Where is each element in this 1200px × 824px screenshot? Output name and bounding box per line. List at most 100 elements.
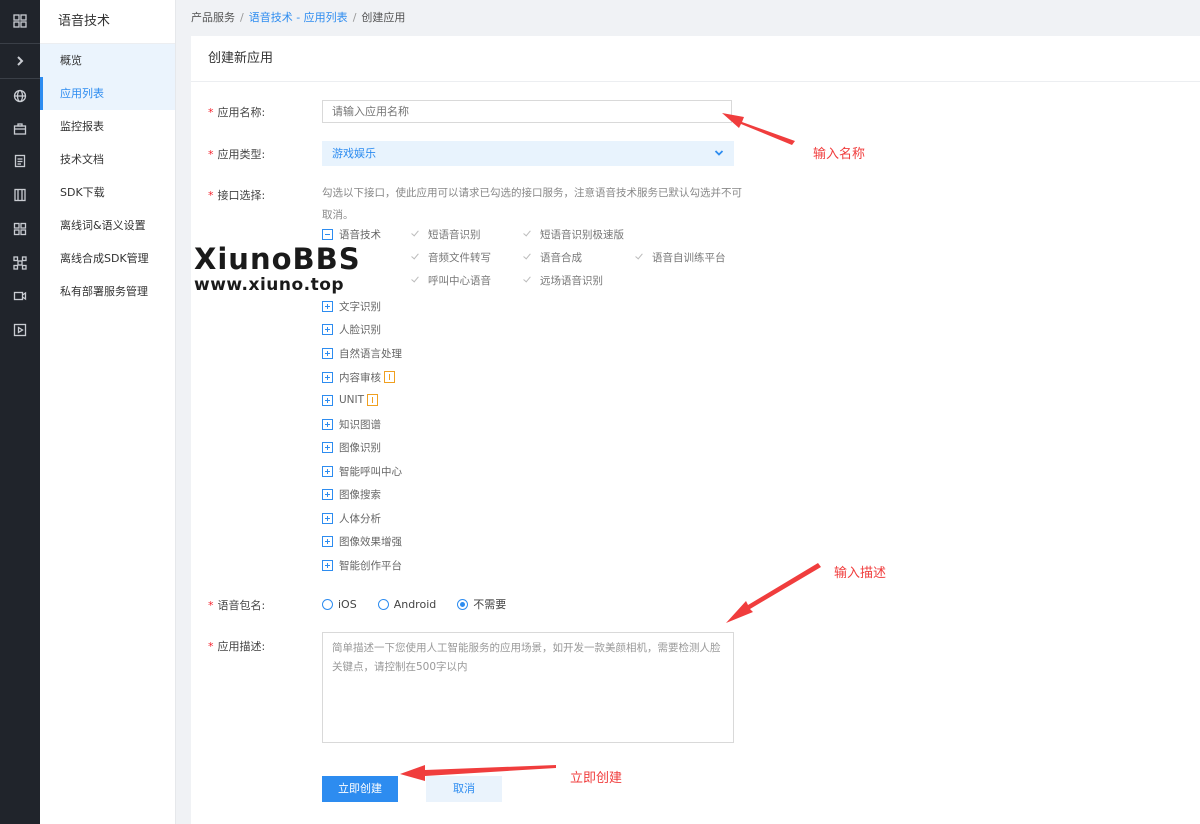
checkbox-label: 短语音识别极速版 [540, 228, 624, 241]
checkbox-far-field[interactable]: 远场语音识别 [523, 272, 603, 288]
plus-square-icon[interactable] [322, 512, 333, 524]
apps-grid-icon[interactable] [0, 4, 40, 38]
tree-node-body[interactable]: 人体分析 [322, 510, 381, 526]
tree-node-content-audit[interactable]: 内容审核 [322, 369, 395, 385]
sidebar-item-sdk-download[interactable]: SDK下载 [40, 176, 175, 209]
check-icon [523, 275, 533, 285]
tree-node-label: 语音技术 [339, 228, 381, 241]
checkbox-short-asr[interactable]: 短语音识别 [411, 226, 481, 242]
tree-node-speech[interactable]: 语音技术 [322, 226, 381, 242]
tree-node-label: 自然语言处理 [339, 347, 402, 360]
sidebar-item-overview[interactable]: 概览 [40, 44, 175, 77]
tree-node-image-recog[interactable]: 图像识别 [322, 439, 381, 455]
radio-ios[interactable]: iOS [322, 598, 357, 611]
radio-label: iOS [338, 597, 357, 611]
tree-node-label: 知识图谱 [339, 418, 381, 431]
package-label-text: 语音包名: [217, 599, 266, 612]
plus-square-icon[interactable] [322, 347, 333, 359]
tree-node-label: 人体分析 [339, 512, 381, 525]
briefcase-icon[interactable] [0, 112, 40, 146]
warning-icon [367, 394, 379, 406]
plus-square-icon[interactable] [322, 418, 333, 430]
plus-square-icon[interactable] [322, 535, 333, 547]
product-sidebar: 语音技术 概览 应用列表 监控报表 技术文档 SDK下载 离线词&语义设置 离线… [40, 0, 176, 824]
tree-node-image-search[interactable]: 图像搜索 [322, 486, 381, 502]
watermark-url: www.xiuno.top [194, 275, 345, 295]
checkbox-label: 短语音识别 [428, 228, 481, 241]
checkbox-label: 远场语音识别 [540, 274, 603, 287]
tree-node-nlp[interactable]: 自然语言处理 [322, 345, 402, 361]
globe-icon[interactable] [0, 79, 40, 113]
plus-square-icon[interactable] [322, 300, 333, 312]
sidebar-item-offline-words[interactable]: 离线词&语义设置 [40, 209, 175, 242]
tree-node-smart-call[interactable]: 智能呼叫中心 [322, 463, 402, 479]
tree-node-face[interactable]: 人脸识别 [322, 321, 381, 337]
plus-square-icon[interactable] [322, 371, 333, 383]
radio-icon [322, 598, 333, 610]
tree-node-image-enhance[interactable]: 图像效果增强 [322, 533, 402, 549]
breadcrumb-app-list[interactable]: 语音技术 - 应用列表 [249, 11, 348, 24]
radio-icon [377, 598, 389, 610]
plus-square-icon[interactable] [322, 488, 333, 500]
plus-square-icon[interactable] [322, 559, 333, 571]
checkbox-tts[interactable]: 语音合成 [523, 249, 582, 265]
required-mark: * [208, 148, 214, 161]
annotation-input-desc: 输入描述 [834, 566, 887, 581]
checkbox-audio-transcribe[interactable]: 音频文件转写 [411, 249, 491, 265]
checkbox-short-asr-fast[interactable]: 短语音识别极速版 [523, 226, 624, 242]
breadcrumb-current: 创建应用 [361, 11, 406, 24]
sidebar-item-docs[interactable]: 技术文档 [40, 143, 175, 176]
checkbox-call-center[interactable]: 呼叫中心语音 [411, 272, 491, 288]
network-icon[interactable] [0, 246, 40, 280]
document-icon[interactable] [0, 144, 40, 178]
api-select-label: * 接口选择: [208, 187, 265, 203]
tree-node-ocr[interactable]: 文字识别 [322, 298, 381, 314]
tree-node-label: 智能呼叫中心 [339, 465, 402, 478]
create-app-card: 创建新应用 *应用名称: *应用类型: 游戏娱乐 *接口选择: 勾选以下接口，使… [191, 36, 1200, 824]
tree-node-creation[interactable]: 智能创作平台 [322, 557, 402, 573]
chevron-right-icon[interactable] [0, 44, 40, 78]
radio-android[interactable]: Android [377, 598, 436, 611]
tree-node-label: 图像搜索 [339, 488, 381, 501]
desc-label-text: 应用描述: [217, 640, 266, 653]
app-type-label-text: 应用类型: [217, 148, 266, 161]
create-now-button[interactable]: 立即创建 [322, 776, 398, 802]
checkbox-self-training[interactable]: 语音自训练平台 [635, 249, 726, 265]
warning-icon [384, 371, 395, 383]
breadcrumb-root[interactable]: 产品服务 [191, 11, 235, 24]
cancel-button[interactable]: 取消 [426, 776, 502, 802]
radio-none[interactable]: 不需要 [457, 596, 506, 612]
plus-square-icon[interactable] [322, 441, 333, 453]
required-mark: * [208, 189, 214, 202]
checkbox-label: 音频文件转写 [428, 251, 491, 264]
sidebar-item-app-list[interactable]: 应用列表 [40, 77, 175, 110]
breadcrumb-separator: / [352, 11, 357, 24]
app-description-textarea[interactable]: 简单描述一下您使用人工智能服务的应用场景，如开发一款美颜相机，需要检测人脸关键点… [322, 632, 734, 743]
minus-square-icon[interactable] [322, 228, 333, 240]
tree-node-label: 内容审核 [339, 371, 381, 384]
play-icon[interactable] [0, 313, 40, 347]
book-icon[interactable] [0, 178, 40, 212]
tree-node-label: 图像效果增强 [339, 535, 402, 548]
desc-label: * 应用描述: [208, 638, 265, 654]
tree-node-unit[interactable]: UNIT [322, 392, 379, 408]
app-type-select[interactable]: 游戏娱乐 [322, 141, 734, 166]
tree-node-kg[interactable]: 知识图谱 [322, 416, 381, 432]
tree-node-label: 图像识别 [339, 441, 381, 454]
icon-rail [0, 0, 40, 824]
plus-square-icon[interactable] [322, 323, 333, 335]
radio-label: 不需要 [473, 598, 507, 611]
check-icon [411, 229, 421, 239]
sidebar-item-private-deploy[interactable]: 私有部署服务管理 [40, 275, 175, 308]
radio-selected-icon [457, 598, 469, 610]
app-name-input[interactable] [322, 100, 732, 123]
plus-square-icon[interactable] [322, 394, 333, 406]
plus-square-icon[interactable] [322, 465, 333, 477]
tree-node-label: 人脸识别 [339, 323, 381, 336]
sidebar-item-monitoring[interactable]: 监控报表 [40, 110, 175, 143]
tree-node-label: UNIT [339, 394, 365, 406]
video-icon[interactable] [0, 279, 40, 313]
sidebar-item-offline-sdk[interactable]: 离线合成SDK管理 [40, 242, 175, 275]
grid-icon[interactable] [0, 212, 40, 246]
package-label: * 语音包名: [208, 597, 265, 613]
